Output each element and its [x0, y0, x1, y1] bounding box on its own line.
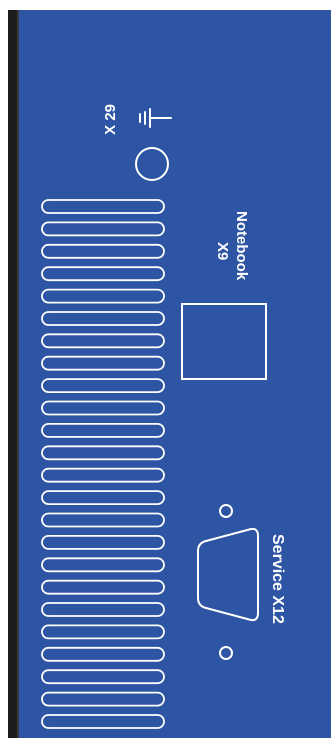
notebook-port-name-label: Notebook [233, 211, 250, 281]
vent-slot-icon [41, 266, 165, 282]
circle-socket-icon[interactable] [135, 147, 169, 181]
vent-slot-icon [41, 512, 165, 528]
vent-slot-icon [41, 333, 165, 349]
vent-slot-icon [41, 602, 165, 617]
vent-slot-icon [41, 669, 165, 685]
vent-slot-icon [41, 579, 165, 595]
vent-slot-icon [41, 490, 165, 506]
vent-slot-icon [41, 624, 165, 640]
ground-symbol-icon [139, 108, 172, 128]
vent-slot-icon [41, 311, 165, 326]
d-sub-connector-icon[interactable] [197, 504, 259, 660]
vent-slot-icon [41, 221, 165, 237]
panel-artwork [41, 108, 267, 729]
vent-slot-icon [41, 714, 165, 729]
vent-slot-icon [41, 355, 165, 371]
blue-device-panel: X 29 Notebook X9 Service X12 [8, 10, 331, 738]
vent-slot-icon [41, 646, 165, 662]
vent-slot-icon [41, 557, 165, 573]
vent-slot-icon [41, 422, 165, 438]
vent-slot-icon [41, 243, 165, 259]
vent-slot-icon [41, 535, 165, 550]
vent-slot-icon [41, 288, 165, 304]
notebook-port-id-label: X9 [214, 242, 231, 261]
vent-slot-icon [41, 445, 165, 461]
square-port-outline-icon[interactable] [181, 303, 267, 380]
vent-slot-icon [41, 378, 165, 394]
service-port-label: Service X12 [269, 534, 286, 624]
vent-slot-icon [41, 199, 165, 214]
vent-slot-icon [41, 691, 165, 707]
device-panel-view: X 29 Notebook X9 Service X12 [0, 0, 333, 743]
vent-slot-icon [41, 400, 165, 416]
ground-connector-label: X 29 [102, 104, 119, 135]
vent-slot-icon [41, 467, 165, 483]
ventilation-grille [41, 199, 165, 729]
